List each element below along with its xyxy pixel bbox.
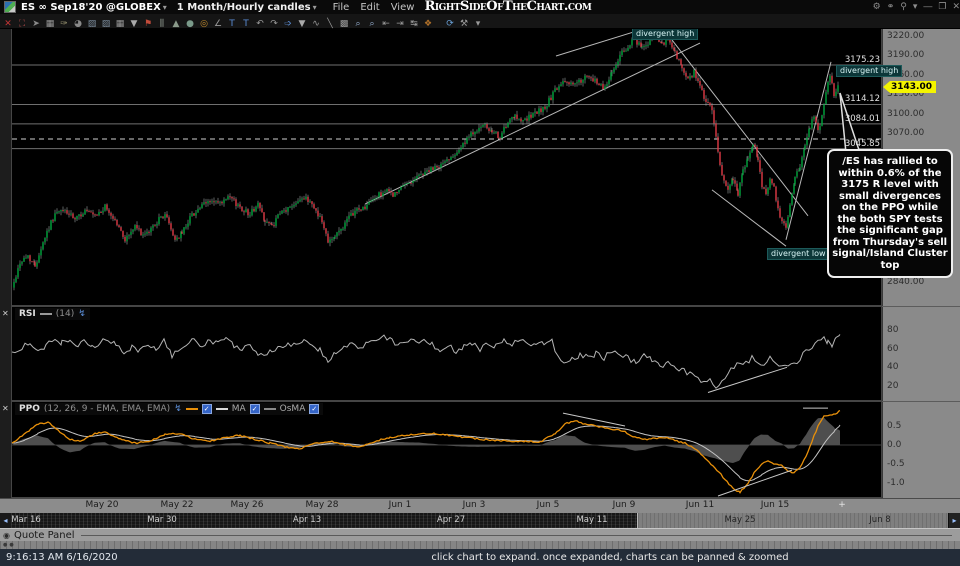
analysis-callout[interactable]: /ES has rallied to within 0.6% of the 31…: [827, 149, 953, 278]
toolbar: ✕ ⛶ ➤ ▦ ✑ ◕ ▨ ▨ ▦ ▼ ⚑ ⫼ ▲ ● ◎ ∠ T T ↶ ↷ ➩ ▼ ∿ ╲ ▩ ⌕ ⌕ ⇤ ⇥ ↹ ❖: [1, 11, 435, 31]
text-tool-icon[interactable]: T: [225, 17, 239, 31]
wave-tool-icon[interactable]: ∿: [309, 17, 323, 31]
ppo-title: PPO: [19, 404, 40, 414]
osma-checkbox[interactable]: ✓: [309, 404, 320, 414]
undo-icon[interactable]: ↶: [253, 17, 267, 31]
ppo-panel[interactable]: [11, 401, 882, 498]
zoom-in-icon[interactable]: ⌕: [351, 17, 365, 31]
rsi-params: (14): [55, 309, 75, 319]
rsi-close-button[interactable]: ✕: [2, 309, 9, 318]
panel-left-strip: [0, 28, 11, 498]
collapse-right-icon[interactable]: ⇥: [393, 17, 407, 31]
clock-label: 9:16:13 AM 6/16/2020: [6, 552, 118, 563]
image2-tool-icon[interactable]: ▨: [99, 17, 113, 31]
ma-checkbox[interactable]: ✓: [249, 404, 260, 414]
gutter-divider: [882, 401, 960, 402]
rsi-line-swatch: [39, 313, 52, 315]
ppo-line-swatch: [185, 408, 198, 410]
quote-panel-edge[interactable]: [0, 541, 960, 549]
quote-panel-rule: [80, 534, 952, 536]
minimize-icon[interactable]: ―: [923, 2, 932, 12]
scroll-left-button[interactable]: ◂: [0, 513, 11, 528]
price-chart-panel[interactable]: [11, 28, 882, 306]
triangle-down2-icon[interactable]: ▼: [295, 17, 309, 31]
ppo-params: (12, 26, 9 - EMA, EMA, EMA): [43, 404, 171, 414]
grid-tool-icon[interactable]: ▦: [43, 17, 57, 31]
trendline-tool-icon[interactable]: ╲: [323, 17, 337, 31]
hand-tool-icon[interactable]: ✑: [57, 17, 71, 31]
ppo-header: PPO (12, 26, 9 - EMA, EMA, EMA) ↯ ✓ MA ✓…: [15, 403, 324, 415]
ppo-pointer-icon[interactable]: ↯: [174, 404, 182, 414]
triangle-down-icon[interactable]: ▼: [127, 17, 141, 31]
date-axis[interactable]: [0, 498, 960, 513]
pie-tool-icon[interactable]: ◕: [71, 17, 85, 31]
collapse-left-icon[interactable]: ⇤: [379, 17, 393, 31]
settings-gear-icon[interactable]: ⚙: [873, 2, 881, 12]
pin-caret-icon[interactable]: ▾: [913, 2, 918, 12]
close-icon[interactable]: ✕: [952, 2, 960, 12]
toolbar-right-group: ⟳ ⚒ ▾: [443, 11, 485, 31]
osma-line-swatch: [263, 408, 276, 410]
dot-tool-icon[interactable]: ●: [183, 17, 197, 31]
scrollbar-range-dark[interactable]: [11, 513, 637, 528]
target-tool-icon[interactable]: ◎: [197, 17, 211, 31]
rsi-header: RSI (14) ↯: [15, 308, 90, 320]
status-hint: click chart to expand. once expanded, ch…: [431, 552, 789, 563]
zoom-out-icon[interactable]: ⌕: [365, 17, 379, 31]
drawing-toolbar: ✕ ⛶ ➤ ▦ ✑ ◕ ▨ ▨ ▦ ▼ ⚑ ⫼ ▲ ● ◎ ∠ T T ↶ ↷ ➩ ▼ ∿ ╲ ▩ ⌕ ⌕ ⇤ ⇥ ↹ ❖ ⟳ ⚒ ▾: [0, 14, 960, 29]
time-scrollbar[interactable]: ◂ ▸: [0, 513, 960, 528]
gutter-divider: [882, 306, 960, 307]
scrollbar-thumb[interactable]: [637, 513, 948, 528]
refresh-icon[interactable]: ⟳: [443, 17, 457, 31]
tools-icon[interactable]: ⚒: [457, 17, 471, 31]
shape-tool-icon[interactable]: ❖: [421, 17, 435, 31]
marquee-select-icon[interactable]: ⛶: [15, 17, 29, 31]
delete-tool-icon[interactable]: ✕: [1, 17, 15, 31]
status-bar: 9:16:13 AM 6/16/2020 click chart to expa…: [0, 549, 960, 566]
tools-caret-icon[interactable]: ▾: [471, 17, 485, 31]
angle-tool-icon[interactable]: ∠: [211, 17, 225, 31]
draw-flag-icon[interactable]: ⚑: [141, 17, 155, 31]
last-price-tag: 3143.00: [883, 81, 936, 93]
quote-panel-toggle-icon[interactable]: ◉: [3, 531, 10, 540]
quote-panel-grip-icon[interactable]: ●●: [3, 541, 16, 549]
expand-h-icon[interactable]: ↹: [407, 17, 421, 31]
ma-label: MA: [231, 404, 246, 414]
pointer-tool-icon[interactable]: ➤: [29, 17, 43, 31]
link-icon[interactable]: ⚭: [887, 2, 895, 12]
quote-panel-label: Quote Panel: [13, 529, 75, 541]
text-tool2-icon[interactable]: T: [239, 17, 253, 31]
trading-app-window: ES ∞ Sep18'20 @GLOBEX ▾ 1 Month/Hourly c…: [0, 0, 960, 566]
ppo-checkbox[interactable]: ✓: [201, 404, 212, 414]
image-tool-icon[interactable]: ▨: [85, 17, 99, 31]
scroll-right-button[interactable]: ▸: [949, 513, 960, 528]
ppo-close-button[interactable]: ✕: [2, 404, 9, 413]
rsi-pointer-icon[interactable]: ↯: [78, 309, 86, 319]
pin-icon[interactable]: ⚲: [900, 2, 907, 12]
restore-icon[interactable]: ❐: [938, 2, 946, 12]
candle-pattern-icon[interactable]: ⫼: [155, 17, 169, 31]
window-controls: ⚙ ⚭ ⚲ ▾ ― ❐ ✕: [873, 0, 960, 14]
hatch-tool-icon[interactable]: ▩: [337, 17, 351, 31]
osma-label: OsMA: [279, 404, 306, 414]
arrow-tool-icon[interactable]: ➩: [281, 17, 295, 31]
triangle-up-icon[interactable]: ▲: [169, 17, 183, 31]
quote-panel-bar[interactable]: ◉ Quote Panel: [0, 528, 960, 541]
layout-grid-icon[interactable]: ▦: [113, 17, 127, 31]
rsi-panel[interactable]: [11, 306, 882, 401]
redo-icon[interactable]: ↷: [267, 17, 281, 31]
ma-line-swatch: [215, 408, 228, 410]
rsi-title: RSI: [19, 309, 36, 319]
